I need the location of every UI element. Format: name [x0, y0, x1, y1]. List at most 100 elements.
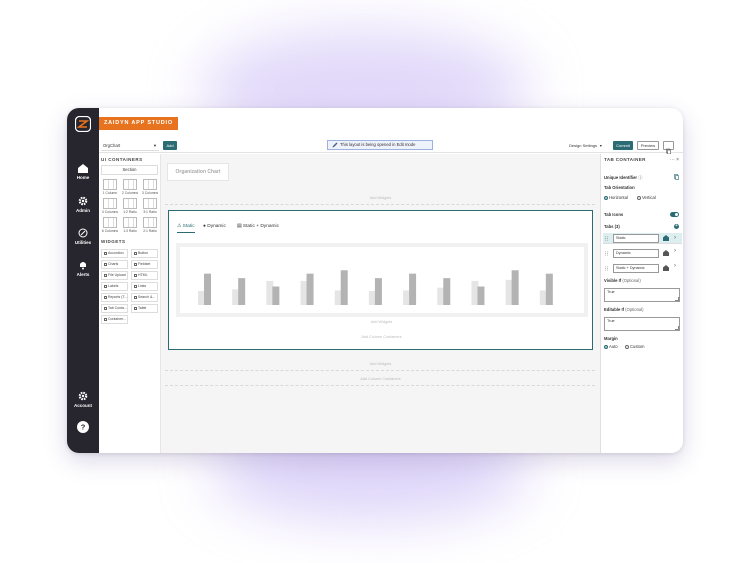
panel-controls: ⋯ × [670, 157, 679, 163]
tab-orientation-label: Tab Orientation [604, 185, 635, 190]
orientation-horizontal-radio[interactable]: Horizontal [604, 195, 628, 200]
margin-auto-radio[interactable]: Auto [604, 344, 618, 349]
layout-tile[interactable]: 2 Columns [121, 179, 139, 196]
tab-icons-toggle[interactable] [670, 212, 679, 217]
layout-tile[interactable]: 1:2 Ratio [121, 198, 139, 215]
add-button[interactable]: Add [163, 141, 177, 150]
widget-tile[interactable]: Fieldset [131, 260, 158, 269]
tab-static-dynamic-label: Static + Dynamic [242, 224, 279, 229]
widget-icon [104, 306, 107, 310]
commit-button[interactable]: Commit [613, 141, 633, 150]
visible-if-field[interactable]: True [604, 288, 680, 302]
nav-admin[interactable]: Admin [67, 196, 99, 213]
widget-label: HTML [138, 273, 148, 277]
layout-tile[interactable]: 3 Columns [141, 179, 159, 196]
add-widgets-zone[interactable]: Add Widgets [161, 196, 600, 200]
chart-bar-s0-6 [403, 290, 411, 305]
layout-tile[interactable]: 1 Column [101, 179, 119, 196]
margin-custom-radio[interactable]: Custom [625, 344, 644, 349]
tab-name-field[interactable]: Static [613, 234, 659, 243]
chart-bar-s1-8 [477, 286, 485, 305]
tab-dynamic[interactable]: ● Dynamic [203, 224, 226, 229]
add-column-containers-zone[interactable]: Add Column Containers [169, 335, 594, 339]
widget-icon [134, 273, 137, 277]
widget-tile[interactable]: Links [131, 282, 158, 291]
chart-bar-s0-7 [437, 287, 445, 305]
home-icon[interactable] [663, 265, 669, 271]
tab-name-field[interactable]: Dynamic [613, 249, 659, 258]
widget-tile[interactable]: Charts [101, 260, 128, 269]
tab-list-item[interactable]: Dynamic › [603, 248, 682, 259]
chart-bar-s0-3 [300, 280, 308, 305]
add-tab-button[interactable]: + [674, 224, 679, 229]
layout-thumbnail [123, 198, 137, 209]
chart-bar-s1-2 [272, 286, 280, 305]
copy-button[interactable] [663, 141, 674, 155]
layout-tile[interactable]: 2:1 Ratio [141, 217, 159, 234]
widget-tile[interactable]: Accordion [101, 249, 128, 258]
panel-title: TAB CONTAINER [604, 157, 646, 162]
copy-id-icon[interactable] [674, 174, 679, 180]
drag-handle-icon[interactable] [605, 251, 608, 256]
widget-tile[interactable]: Search &... [131, 293, 158, 302]
widget-icon [134, 251, 137, 255]
layout-tile[interactable]: 6 Columns [101, 217, 119, 234]
chart-bar-s1-7 [443, 278, 451, 305]
nav-account-label: Account [74, 403, 92, 408]
more-icon[interactable]: ⋯ [670, 157, 675, 163]
org-chart-title-widget[interactable]: Organization Chart [167, 163, 229, 181]
close-icon[interactable]: × [676, 157, 679, 163]
layout-tile[interactable]: 3:1 Ratio [141, 198, 159, 215]
chevron-right-icon[interactable]: › [674, 248, 676, 254]
tab-static-dynamic[interactable]: ▤ Static + Dynamic [237, 224, 279, 229]
widget-icon [104, 251, 107, 255]
widget-tile[interactable]: Container... [101, 315, 128, 324]
orientation-vertical-radio[interactable]: Vertical [637, 195, 656, 200]
section-tile[interactable]: Section [101, 165, 158, 175]
widget-tile[interactable]: Labels [101, 282, 128, 291]
preview-button[interactable]: Preview [637, 141, 659, 150]
home-icon[interactable] [663, 250, 669, 256]
nav-help[interactable]: ? [67, 421, 99, 435]
add-widgets-zone[interactable]: Add Widgets [169, 320, 594, 324]
chart-widget[interactable] [176, 243, 588, 317]
drag-handle-icon[interactable] [605, 236, 608, 241]
nav-home[interactable]: Home [67, 164, 99, 180]
widget-tile[interactable]: Tab Conta... [101, 304, 128, 313]
drag-handle-icon[interactable] [605, 266, 608, 271]
widget-label: Labels [108, 284, 119, 288]
home-icon[interactable] [663, 235, 669, 241]
layout-tile[interactable]: 1:3 Ratio [121, 217, 139, 234]
widget-tile[interactable]: HTML [131, 271, 158, 280]
widget-tile[interactable]: File Upload [101, 271, 128, 280]
widget-icon [134, 295, 137, 299]
nav-account[interactable]: Account [67, 391, 99, 408]
add-column-containers-zone[interactable]: Add Column Containers [161, 377, 600, 381]
tab-list-item[interactable]: Static › [603, 233, 682, 244]
margin-custom-label: Custom [630, 344, 645, 349]
layout-thumbnail [143, 179, 157, 190]
tab-container[interactable]: ⚠ Static ● Dynamic ▤ Static + Dynamic Ad… [168, 210, 593, 350]
chevron-right-icon[interactable]: › [674, 233, 676, 243]
add-widgets-zone[interactable]: Add Widgets [161, 362, 600, 366]
widget-tile[interactable]: Button [131, 249, 158, 258]
design-settings-label: Design Settings [569, 143, 598, 148]
nav-alerts[interactable]: Alerts [67, 260, 99, 277]
widget-icon [104, 262, 107, 266]
editable-if-field[interactable]: True [604, 317, 680, 331]
widget-icon [134, 262, 137, 266]
design-settings-dropdown[interactable]: Design Settings ▼ [569, 142, 603, 150]
tab-icons-label: Tab Icons [604, 212, 624, 217]
chevron-right-icon[interactable]: › [674, 263, 676, 269]
tab-static[interactable]: ⚠ Static [177, 224, 195, 233]
tab-dynamic-label: Dynamic [207, 224, 226, 229]
layout-label: 3:1 Ratio [143, 210, 157, 214]
layout-tile[interactable]: 4 Columns [101, 198, 119, 215]
widget-tile[interactable]: Table [131, 304, 158, 313]
tab-list-item[interactable]: Static + Dynamic › [603, 263, 682, 274]
layout-label: 1 Column [102, 191, 118, 195]
page-select[interactable]: OrgChart ▼ [101, 141, 159, 151]
tab-name-field[interactable]: Static + Dynamic [613, 264, 659, 273]
widget-tile[interactable]: Reports (T... [101, 293, 128, 302]
nav-utilities[interactable]: Utilities [67, 228, 99, 245]
